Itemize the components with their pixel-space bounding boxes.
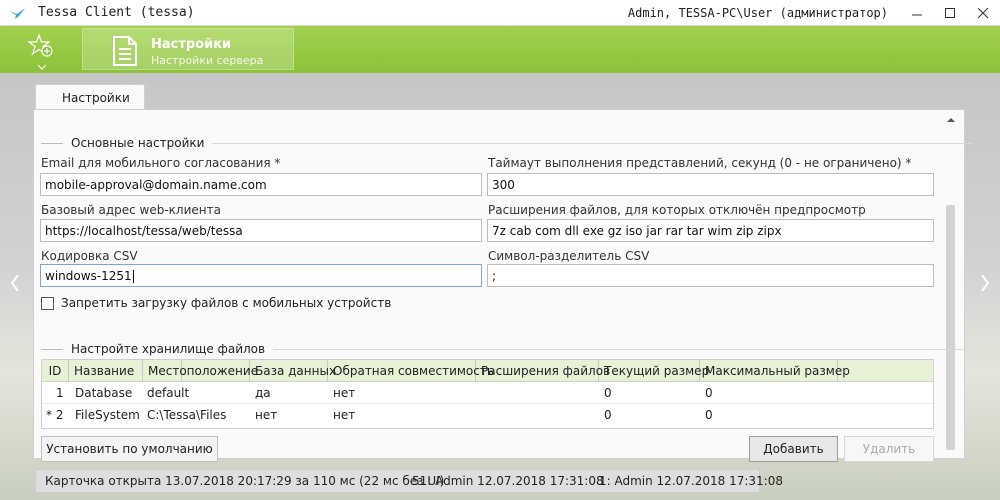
row-location: C:\Tessa\Files: [147, 408, 227, 422]
status-modified: 51: Admin 12.07.2018 17:31:08: [412, 474, 604, 488]
row-id: * 2: [46, 408, 64, 422]
csv-encoding-label: Кодировка CSV: [41, 249, 138, 263]
tile-title: Настройки: [151, 37, 232, 52]
row-name: Database: [75, 386, 133, 400]
tab-settings-label: Настройки: [62, 91, 130, 105]
row-name: FileSystem: [75, 408, 140, 422]
chevron-left-icon[interactable]: [4, 263, 26, 303]
email-label: Email для мобильного согласования *: [41, 156, 281, 170]
close-icon: [978, 8, 989, 19]
timeout-label: Таймаут выполнения представлений, секунд…: [488, 156, 912, 170]
maximize-button[interactable]: [934, 0, 967, 26]
main-settings-header: Основные настройки: [41, 136, 973, 150]
ribbon: Настройки Настройки сервера: [0, 26, 1000, 73]
scroll-up-icon[interactable]: [946, 116, 956, 124]
table-row[interactable]: 1 Database default да нет 0 0: [42, 382, 933, 403]
storage-header: Настройте хранилище файлов: [41, 342, 964, 356]
maximize-icon: [945, 8, 955, 18]
row-compat: нет: [333, 386, 356, 400]
status-created: 1: Admin 12.07.2018 17:31:08: [599, 474, 783, 488]
row-max-size: 0: [705, 386, 713, 400]
chevron-right-icon[interactable]: [974, 263, 996, 303]
add-button[interactable]: Добавить: [749, 436, 838, 462]
mobile-upload-option[interactable]: Запретить загрузку файлов с мобильных ус…: [41, 296, 391, 310]
tessa-logo-icon: [9, 8, 25, 19]
column-header-compat[interactable]: Обратная совместимость: [328, 360, 494, 382]
preview-ext-label: Расширения файлов, для которых отключён …: [488, 203, 866, 217]
main-settings-title: Основные настройки: [71, 136, 205, 150]
column-header-database[interactable]: База данных: [250, 360, 336, 382]
title-bar: Tessa Client (tessa) Admin, TESSA-PC\Use…: [0, 0, 1000, 26]
base-url-label: Базовый адрес web-клиента: [41, 203, 221, 217]
status-bar: Карточка открыта 13.07.2018 20:17:29 за …: [35, 469, 783, 493]
storage-title: Настройте хранилище файлов: [71, 342, 266, 356]
storage-table[interactable]: ID Название Местоположение База данных О…: [41, 359, 934, 429]
row-database: да: [255, 386, 271, 400]
column-header-id[interactable]: ID: [42, 360, 69, 382]
current-user: Admin, TESSA-PC\User (администратор): [627, 6, 888, 20]
csv-encoding-value: windows-1251: [45, 269, 132, 283]
row-id: 1: [56, 386, 64, 400]
column-header-max-size[interactable]: Максимальный размер: [700, 360, 850, 382]
minimize-icon: [912, 14, 922, 16]
base-url-field[interactable]: https://localhost/tessa/web/tessa: [40, 219, 482, 242]
favorites-add-icon: [27, 33, 53, 57]
row-location: default: [147, 386, 190, 400]
favorites-button[interactable]: [27, 33, 58, 70]
row-current-size: 0: [604, 408, 612, 422]
set-default-button[interactable]: Установить по умолчанию: [41, 436, 218, 462]
tab-settings[interactable]: Настройки: [35, 84, 145, 111]
row-max-size: 0: [705, 408, 713, 422]
row-database: нет: [255, 408, 278, 422]
column-header-extensions[interactable]: Расширения файлов: [476, 360, 610, 382]
minimize-button[interactable]: [901, 0, 934, 26]
csv-separator-field[interactable]: ;: [487, 264, 934, 287]
preview-ext-field[interactable]: 7z cab com dll exe gz iso jar rar tar wi…: [487, 219, 934, 242]
document-icon: [113, 36, 137, 66]
status-opened: Карточка открыта 13.07.2018 20:17:29 за …: [45, 474, 445, 488]
csv-encoding-field[interactable]: windows-1251: [40, 264, 482, 287]
column-header-current-size[interactable]: Текущий размер: [599, 360, 709, 382]
checkbox-icon[interactable]: [41, 296, 54, 310]
csv-separator-label: Символ-разделитель CSV: [488, 249, 650, 263]
settings-tile[interactable]: Настройки Настройки сервера: [82, 28, 294, 70]
chevron-down-icon: [37, 64, 47, 70]
window-title: Tessa Client (tessa): [38, 5, 195, 20]
tile-subtitle: Настройки сервера: [151, 54, 264, 67]
table-row[interactable]: * 2 FileSystem C:\Tessa\Files нет нет 0 …: [42, 404, 933, 425]
mobile-upload-label: Запретить загрузку файлов с мобильных ус…: [61, 296, 392, 310]
scrollbar-thumb[interactable]: [946, 205, 955, 450]
row-compat: нет: [333, 408, 356, 422]
text-caret: [132, 270, 134, 283]
email-field[interactable]: mobile-approval@domain.name.com: [40, 173, 482, 196]
table-header: ID Название Местоположение База данных О…: [42, 360, 933, 382]
close-button[interactable]: [967, 0, 1000, 26]
delete-button[interactable]: Удалить: [844, 436, 934, 462]
row-current-size: 0: [604, 386, 612, 400]
timeout-field[interactable]: 300: [487, 173, 934, 196]
column-header-location[interactable]: Местоположение: [142, 360, 258, 382]
